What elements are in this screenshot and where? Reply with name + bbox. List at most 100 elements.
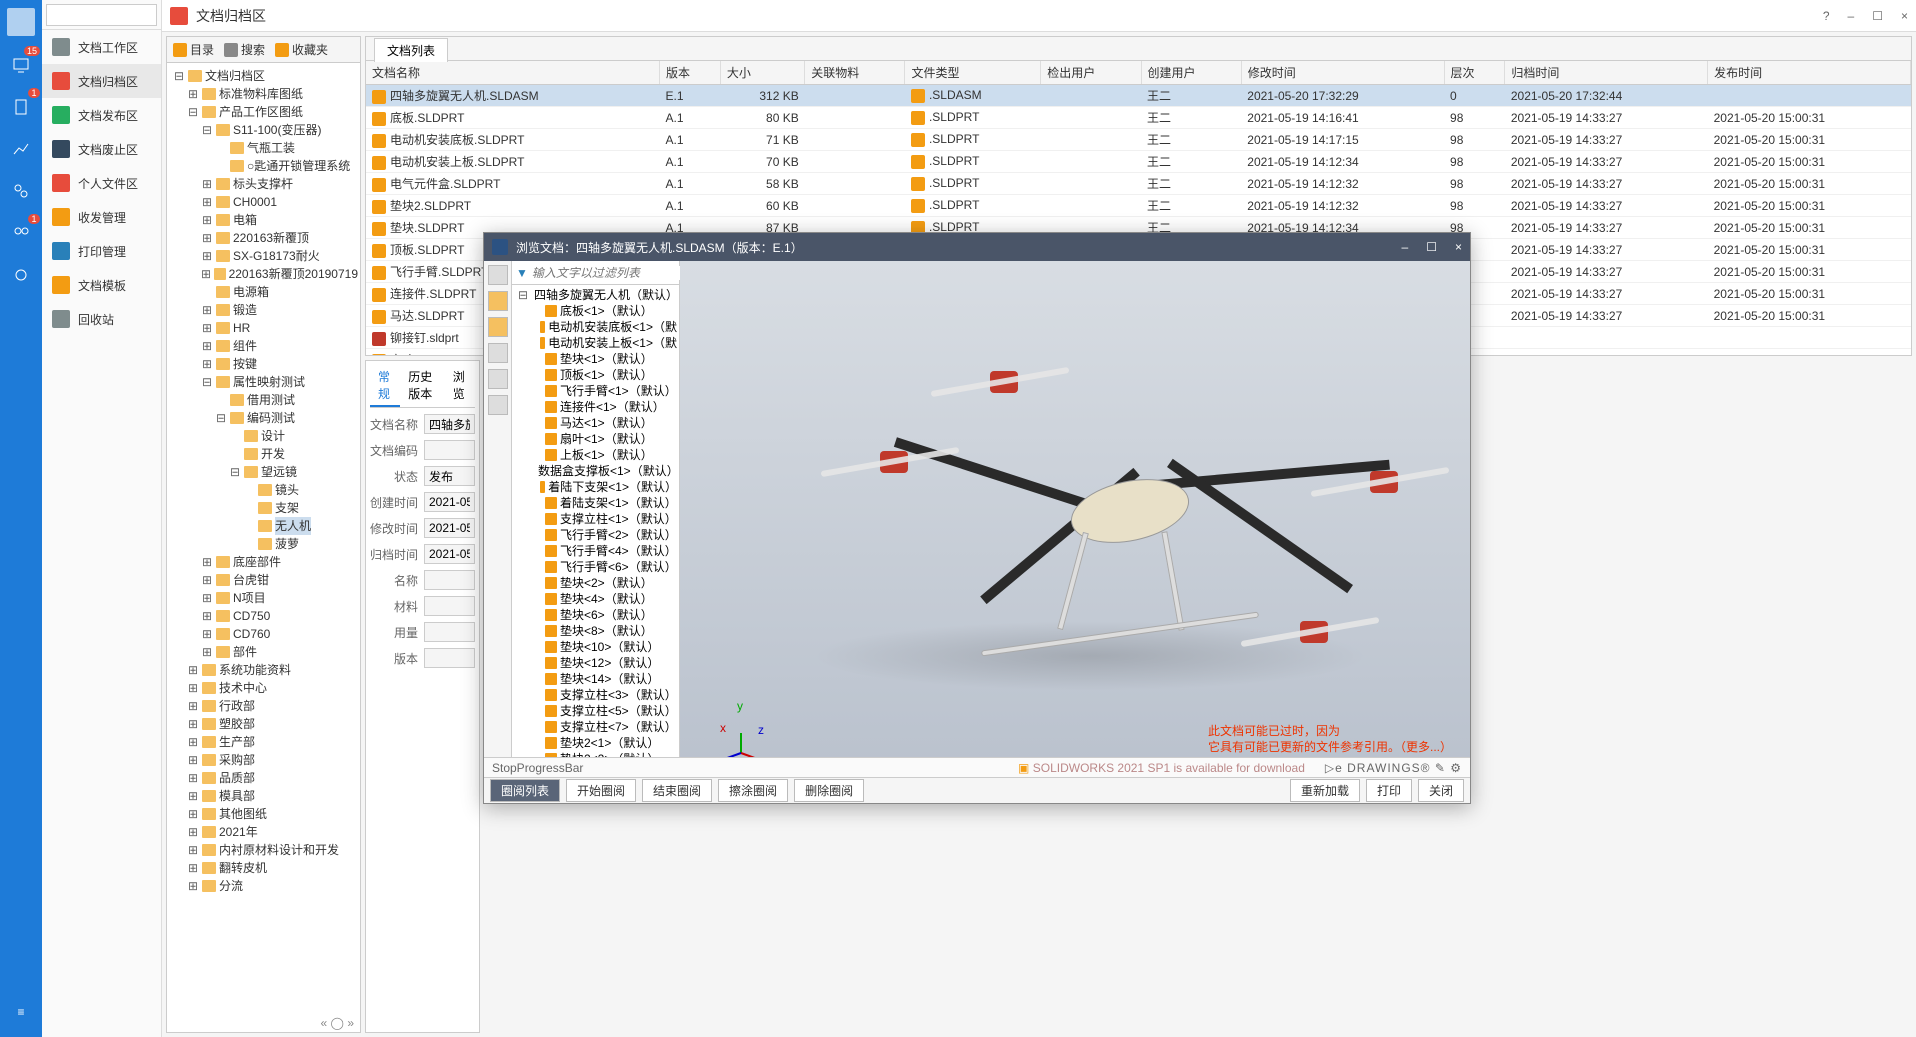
feature-tree-node[interactable]: 垫块<8>（默认）	[514, 623, 677, 639]
tree-toggle[interactable]: ⊞	[201, 211, 213, 229]
tree-toggle[interactable]: ⊟	[201, 373, 213, 391]
btn-close[interactable]: 关闭	[1418, 779, 1464, 802]
prop-value[interactable]	[424, 414, 475, 434]
tool-camera[interactable]	[488, 343, 508, 363]
tree-toggle[interactable]: ⊞	[201, 337, 213, 355]
column-header[interactable]: 版本	[660, 61, 721, 85]
feature-tree-node[interactable]: 支撑立柱<3>（默认）	[514, 687, 677, 703]
tab-general[interactable]: 常规	[370, 365, 400, 407]
tree-node[interactable]: ⊞组件	[169, 337, 358, 355]
tree-node[interactable]: ⊞220163新覆顶	[169, 229, 358, 247]
feature-tree-node[interactable]: 着陆支架<1>（默认）	[514, 495, 677, 511]
tool-edit[interactable]	[488, 317, 508, 337]
maximize-button[interactable]: ☐	[1872, 9, 1883, 23]
tree-node[interactable]: ⊞CD750	[169, 607, 358, 625]
rail-item-1[interactable]: 15	[6, 50, 36, 80]
tree-toggle[interactable]: ⊞	[201, 175, 213, 193]
tree-toggle[interactable]: ⊞	[187, 787, 199, 805]
tree-node[interactable]: ⊞220163新覆顶20190719	[169, 265, 358, 283]
tree-toggle[interactable]: ⊞	[201, 193, 213, 211]
tree-node[interactable]: ⊞台虎钳	[169, 571, 358, 589]
tree-node[interactable]: ⊟属性映射测试	[169, 373, 358, 391]
tab-search[interactable]: 搜索	[224, 41, 265, 58]
tree-node[interactable]: ⊞锻造	[169, 301, 358, 319]
directory-tree[interactable]: ⊟文档归档区⊞标准物料库图纸⊟产品工作区图纸⊟S11-100(变压器)气瓶工装○…	[167, 63, 360, 1014]
rail-item-2[interactable]: 1	[6, 92, 36, 122]
tab-directory[interactable]: 目录	[173, 41, 214, 58]
tree-node[interactable]: ⊞系统功能资料	[169, 661, 358, 679]
column-header[interactable]: 修改时间	[1241, 61, 1444, 85]
feature-tree-node[interactable]: 支撑立柱<7>（默认）	[514, 719, 677, 735]
tree-node[interactable]: ⊞底座部件	[169, 553, 358, 571]
tree-node[interactable]: ⊟编码测试	[169, 409, 358, 427]
table-row[interactable]: 电气元件盒.SLDPRTA.158 KB.SLDPRT王二2021-05-19 …	[366, 173, 1911, 195]
tree-node[interactable]: 支架	[169, 499, 358, 517]
tree-node[interactable]: 气瓶工装	[169, 139, 358, 157]
feature-tree-node[interactable]: 连接件<1>（默认）	[514, 399, 677, 415]
tree-node[interactable]: ⊟文档归档区	[169, 67, 358, 85]
rail-item-4[interactable]	[6, 176, 36, 206]
column-header[interactable]: 关联物料	[805, 61, 905, 85]
tree-node[interactable]: ⊞生产部	[169, 733, 358, 751]
tree-toggle[interactable]: ⊟	[229, 463, 241, 481]
btn-end-markup[interactable]: 结束圈阅	[642, 779, 712, 802]
tree-node[interactable]: ⊞模具部	[169, 787, 358, 805]
table-row[interactable]: 电动机安装底板.SLDPRTA.171 KB.SLDPRT王二2021-05-1…	[366, 129, 1911, 151]
table-row[interactable]: 底板.SLDPRTA.180 KB.SLDPRT王二2021-05-19 14:…	[366, 107, 1911, 129]
feature-tree-node[interactable]: 飞行手臂<2>（默认）	[514, 527, 677, 543]
prop-value[interactable]	[424, 622, 475, 642]
tree-node[interactable]: ⊟望远镜	[169, 463, 358, 481]
tree-toggle[interactable]: ⊞	[201, 229, 213, 247]
tree-node[interactable]: ⊞分流	[169, 877, 358, 895]
tool-photo[interactable]	[488, 369, 508, 389]
tree-toggle[interactable]: ⊞	[187, 841, 199, 859]
tree-node[interactable]: ⊞电箱	[169, 211, 358, 229]
feature-tree-node[interactable]: 垫块<1>（默认）	[514, 351, 677, 367]
prop-value[interactable]	[424, 648, 475, 668]
tree-toggle[interactable]: ⊞	[187, 733, 199, 751]
rail-item-5[interactable]: 1	[6, 218, 36, 248]
feature-tree-node[interactable]: 顶板<1>（默认）	[514, 367, 677, 383]
status-update-link[interactable]: ▣ SOLIDWORKS 2021 SP1 is available for d…	[1018, 761, 1305, 775]
prop-value[interactable]	[424, 570, 475, 590]
tree-toggle[interactable]: ⊞	[187, 679, 199, 697]
tree-toggle[interactable]: ⊞	[201, 571, 213, 589]
tree-node[interactable]: 电源箱	[169, 283, 358, 301]
close-button[interactable]: ×	[1901, 9, 1908, 23]
tree-node[interactable]: 无人机	[169, 517, 358, 535]
tool-assembly[interactable]	[488, 265, 508, 285]
feature-tree-node[interactable]: 电动机安装底板<1>（默	[514, 319, 677, 335]
nav-search-input[interactable]	[46, 4, 157, 26]
nav-item-4[interactable]: 个人文件区	[42, 166, 161, 200]
tree-node[interactable]: 菠萝	[169, 535, 358, 553]
tree-toggle[interactable]: ⊞	[187, 715, 199, 733]
table-row[interactable]: 电动机安装上板.SLDPRTA.170 KB.SLDPRT王二2021-05-1…	[366, 151, 1911, 173]
btn-delete-markup[interactable]: 删除圈阅	[794, 779, 864, 802]
dialog-title-bar[interactable]: 浏览文档：四轴多旋翼无人机.SLDASM（版本：E.1） – ☐ ×	[484, 233, 1470, 261]
tab-doclist[interactable]: 文档列表	[374, 38, 448, 62]
column-header[interactable]: 层次	[1444, 61, 1505, 85]
column-header[interactable]: 创建用户	[1141, 61, 1241, 85]
tree-node[interactable]: ⊞部件	[169, 643, 358, 661]
tree-toggle[interactable]: ⊞	[201, 643, 213, 661]
tree-toggle[interactable]: ⊞	[201, 607, 213, 625]
tree-toggle[interactable]: ⊞	[187, 85, 199, 103]
tree-node[interactable]: ⊞N项目	[169, 589, 358, 607]
tree-toggle[interactable]: ⊞	[201, 247, 213, 265]
feature-tree-node[interactable]: 垫块2<1>（默认）	[514, 735, 677, 751]
btn-markup-list[interactable]: 圈阅列表	[490, 779, 560, 802]
tree-node[interactable]: ⊞品质部	[169, 769, 358, 787]
rail-item-3[interactable]	[6, 134, 36, 164]
nav-item-5[interactable]: 收发管理	[42, 200, 161, 234]
tool-measure[interactable]	[488, 395, 508, 415]
nav-item-3[interactable]: 文档废止区	[42, 132, 161, 166]
feature-tree-node[interactable]: 扇叶<1>（默认）	[514, 431, 677, 447]
feature-tree-node[interactable]: 飞行手臂<1>（默认）	[514, 383, 677, 399]
tree-toggle[interactable]: ⊟	[518, 287, 528, 303]
tree-node[interactable]: ⊞2021年	[169, 823, 358, 841]
tree-node[interactable]: ⊞按键	[169, 355, 358, 373]
tree-node[interactable]: 借用测试	[169, 391, 358, 409]
column-header[interactable]: 文件类型	[905, 61, 1041, 85]
minimize-button[interactable]: –	[1848, 9, 1855, 23]
tree-node[interactable]: ⊞其他图纸	[169, 805, 358, 823]
